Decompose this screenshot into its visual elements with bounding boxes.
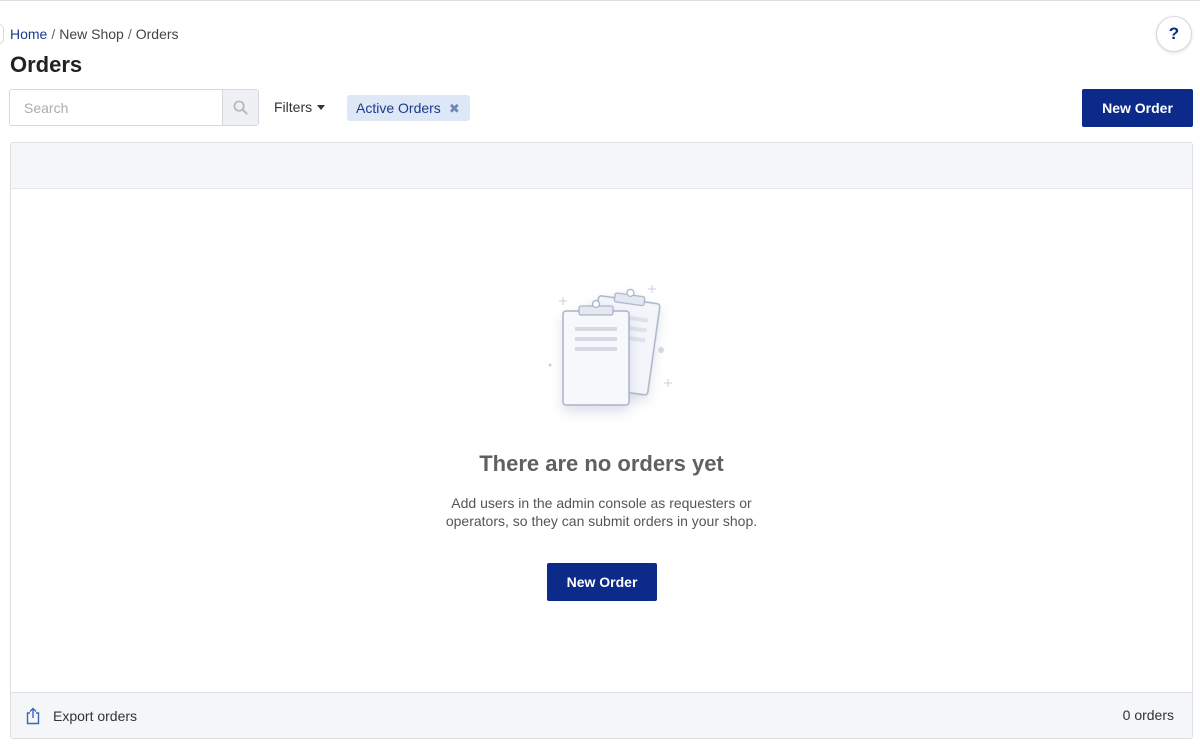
- breadcrumb-separator: /: [51, 26, 56, 42]
- search-button[interactable]: [222, 90, 258, 125]
- active-filter-label: Active Orders: [356, 100, 441, 116]
- empty-state-description-line: Add users in the admin console as reques…: [451, 495, 752, 511]
- orders-footer: Export orders 0 orders: [11, 692, 1192, 738]
- export-orders-button[interactable]: Export orders: [25, 707, 137, 725]
- search-box: [9, 89, 259, 126]
- new-order-button[interactable]: New Order: [1082, 89, 1193, 127]
- search-input[interactable]: [10, 90, 222, 125]
- sidebar-collapse-handle[interactable]: [0, 24, 4, 44]
- empty-state-title: There are no orders yet: [479, 451, 724, 476]
- export-orders-label: Export orders: [53, 708, 138, 724]
- empty-state-description-line: operators, so they can submit orders in …: [445, 513, 758, 529]
- empty-state-description: Add users in the admin console as reques…: [11, 494, 1192, 530]
- breadcrumb-shop[interactable]: New Shop: [59, 26, 124, 42]
- help-button[interactable]: ?: [1156, 16, 1192, 52]
- breadcrumb: Home / New Shop / Orders: [10, 26, 179, 42]
- breadcrumb-current: Orders: [135, 26, 179, 42]
- caret-down-icon: [317, 105, 326, 110]
- order-count: 0 orders: [1122, 707, 1174, 723]
- top-divider: [0, 0, 1200, 1]
- share-export-icon: [26, 707, 40, 725]
- breadcrumb-home[interactable]: Home: [10, 26, 47, 42]
- active-filter-chip: Active Orders ✖: [347, 95, 470, 121]
- page-title: Orders: [10, 52, 83, 77]
- orders-table-header: [11, 143, 1192, 189]
- orders-panel: There are no orders yet Add users in the…: [10, 142, 1193, 739]
- close-icon[interactable]: ✖: [449, 102, 460, 115]
- clipboard-illustration: [548, 285, 672, 406]
- search-icon: [233, 100, 248, 115]
- breadcrumb-separator: /: [127, 26, 132, 42]
- empty-state-new-order-button[interactable]: New Order: [547, 563, 657, 601]
- filters-dropdown[interactable]: Filters: [274, 99, 326, 115]
- filters-label: Filters: [274, 99, 313, 115]
